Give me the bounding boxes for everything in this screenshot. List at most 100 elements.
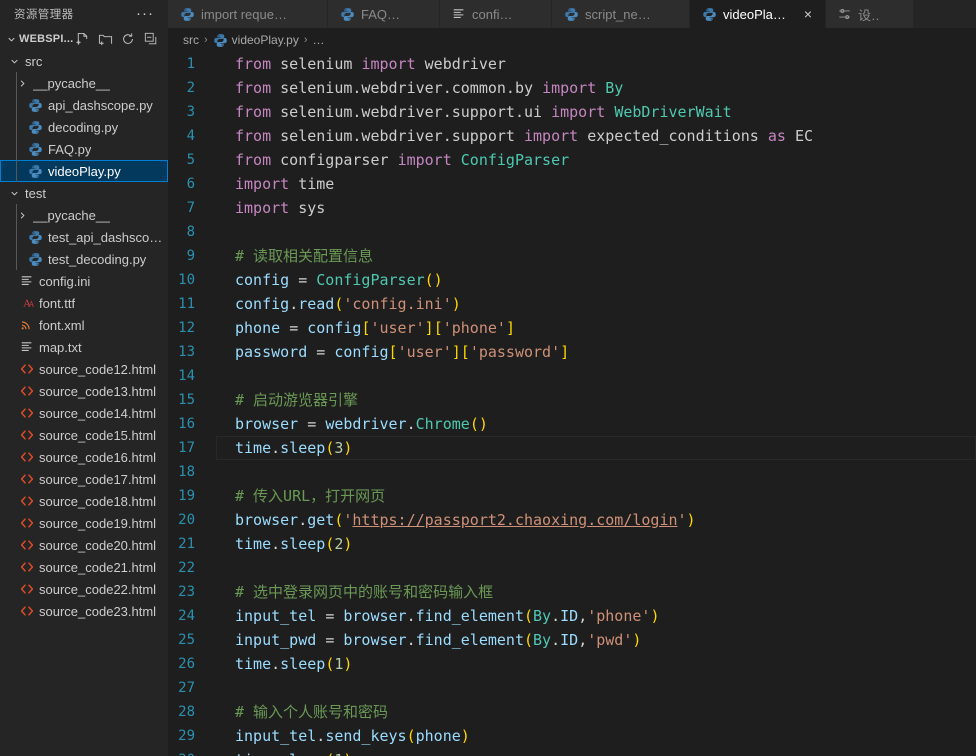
code-line[interactable]: 16 browser = webdriver.Chrome() (168, 412, 976, 436)
tree-file-row[interactable]: font.xml (0, 314, 168, 336)
project-root-row[interactable]: WEBSPI... (0, 28, 168, 50)
tree-file-row[interactable]: FAQ.py (0, 138, 168, 160)
code-line[interactable]: 11 config.read('config.ini') (168, 292, 976, 316)
code-line[interactable]: 27 (168, 676, 976, 700)
tree-folder-row[interactable]: test (0, 182, 168, 204)
chevron-right-icon[interactable] (16, 210, 28, 221)
line-number: 12 (178, 320, 195, 336)
breadcrumb-item[interactable]: videoPlay.py (213, 33, 299, 48)
ini-file-icon (20, 274, 34, 288)
editor-scroll-region[interactable]: 1 from selenium import webdriver 2 from sel… (168, 52, 976, 756)
editor-tab[interactable]: import requests.py (168, 0, 328, 28)
collapse-all-icon[interactable] (143, 31, 159, 47)
chevron-right-icon[interactable] (16, 78, 28, 89)
tree-item-label: source_code20.html (39, 537, 157, 553)
code-token: ID (560, 607, 579, 625)
tree-file-row[interactable]: videoPlay.py (0, 160, 168, 182)
code-line[interactable]: 6 import time (168, 172, 976, 196)
new-file-icon[interactable] (74, 31, 90, 47)
code-line[interactable]: 12 phone = config['user']['phone'] (168, 316, 976, 340)
tree-file-row[interactable]: source_code19.html (0, 512, 168, 534)
tree-file-row[interactable]: A A font.ttf (0, 292, 168, 314)
refresh-icon[interactable] (120, 31, 136, 47)
code-line[interactable]: 17 time.sleep(3) (168, 436, 976, 460)
code-line[interactable]: 22 (168, 556, 976, 580)
tab-close-icon[interactable]: × (802, 7, 814, 21)
tree-file-row[interactable]: source_code15.html (0, 424, 168, 446)
code-line[interactable]: 28 # 输入个人账号和密码 (168, 700, 976, 724)
code-line[interactable]: 8 (168, 220, 976, 244)
tree-folder-row[interactable]: __pycache__ (0, 204, 168, 226)
code-line[interactable]: 14 (168, 364, 976, 388)
editor-tab[interactable]: FAQ.py (328, 0, 440, 28)
chevron-down-icon[interactable] (8, 56, 20, 67)
code-token: 'phone' (442, 319, 506, 337)
explorer-more-actions-icon[interactable]: ··· (128, 6, 162, 21)
breadcrumb-item-label: videoPlay.py (231, 33, 299, 47)
tree-file-row[interactable]: config.ini (0, 270, 168, 292)
code-line[interactable]: 4 from selenium.webdriver.support import … (168, 124, 976, 148)
tree-file-row[interactable]: source_code12.html (0, 358, 168, 380)
python-file-icon (28, 164, 43, 179)
tree-file-row[interactable]: source_code23.html (0, 600, 168, 622)
code-line[interactable]: 21 time.sleep(2) (168, 532, 976, 556)
indent-guide (16, 248, 17, 270)
code-link[interactable]: https://passport2.chaoxing.com/login (352, 511, 677, 529)
editor-tab[interactable]: 设置 (826, 0, 914, 28)
code-line[interactable]: 13 password = config['user']['password'] (168, 340, 976, 364)
tree-folder-row[interactable]: __pycache__ (0, 72, 168, 94)
top-row: 资源管理器 ··· import requests.py FAQ.py config… (0, 0, 976, 28)
code-line[interactable]: 18 (168, 460, 976, 484)
python-file-icon (702, 7, 717, 22)
code-line[interactable]: 25 input_pwd = browser.find_element(By.ID… (168, 628, 976, 652)
code-line[interactable]: 23 # 选中登录网页中的账号和密码输入框 (168, 580, 976, 604)
tree-file-row[interactable]: source_code14.html (0, 402, 168, 424)
tree-item-label: source_code18.html (39, 493, 157, 509)
code-line[interactable]: 5 from configparser import ConfigParser (168, 148, 976, 172)
breadcrumb-item[interactable]: … (313, 33, 325, 47)
explorer-title-bar: 资源管理器 ··· (0, 0, 168, 28)
editor-tab[interactable]: config.ini (440, 0, 552, 28)
tree-file-row[interactable]: source_code16.html (0, 446, 168, 468)
tree-file-row[interactable]: source_code17.html (0, 468, 168, 490)
code-line[interactable]: 3 from selenium.webdriver.support.ui impo… (168, 100, 976, 124)
chevron-down-icon[interactable] (8, 188, 20, 199)
tree-item-label: source_code23.html (39, 603, 157, 619)
code-line[interactable]: 19 # 传入URL，打开网页 (168, 484, 976, 508)
code-token: = (325, 607, 344, 625)
code-line[interactable]: 20 browser.get('https://passport2.chaoxin… (168, 508, 976, 532)
code-line[interactable]: 10 config = ConfigParser() (168, 268, 976, 292)
tree-file-row[interactable]: source_code13.html (0, 380, 168, 402)
code-content[interactable]: 1 from selenium import webdriver 2 from sel… (168, 52, 976, 756)
code-token: ConfigParser (316, 271, 425, 289)
code-line[interactable]: 15 # 启动游览器引擎 (168, 388, 976, 412)
tree-file-row[interactable]: source_code21.html (0, 556, 168, 578)
line-number: 1 (186, 56, 195, 72)
line-number: 26 (178, 656, 195, 672)
code-line[interactable]: 7 import sys (168, 196, 976, 220)
code-line[interactable]: 26 time.sleep(1) (168, 652, 976, 676)
tree-file-row[interactable]: decoding.py (0, 116, 168, 138)
new-folder-icon[interactable] (97, 31, 113, 47)
editor-tab[interactable]: script_new.py (552, 0, 690, 28)
tree-item-label: FAQ.py (48, 141, 92, 157)
editor-tab[interactable]: videoPlay.py × (690, 0, 826, 28)
code-line[interactable]: 2 from selenium.webdriver.common.by impor… (168, 76, 976, 100)
code-line[interactable]: 30time.sleep(1) (168, 748, 976, 756)
code-line[interactable]: 29 input_tel.send_keys(phone) (168, 724, 976, 748)
code-token: ) (460, 727, 470, 745)
code-token: browser (235, 415, 308, 433)
tree-file-row[interactable]: test_decoding.py (0, 248, 168, 270)
code-line[interactable]: 24 input_tel = browser.find_element(By.ID… (168, 604, 976, 628)
tree-file-row[interactable]: source_code22.html (0, 578, 168, 600)
tree-file-row[interactable]: test_api_dashscope.py (0, 226, 168, 248)
tree-file-row[interactable]: map.txt (0, 336, 168, 358)
tree-file-row[interactable]: api_dashscope.py (0, 94, 168, 116)
code-line[interactable]: 9 # 读取相关配置信息 (168, 244, 976, 268)
tree-file-row[interactable]: source_code20.html (0, 534, 168, 556)
tree-file-row[interactable]: source_code18.html (0, 490, 168, 512)
tree-folder-row[interactable]: src (0, 50, 168, 72)
code-token: get (307, 511, 335, 529)
breadcrumb-item[interactable]: src (183, 33, 199, 47)
code-line[interactable]: 1 from selenium import webdriver (168, 52, 976, 76)
